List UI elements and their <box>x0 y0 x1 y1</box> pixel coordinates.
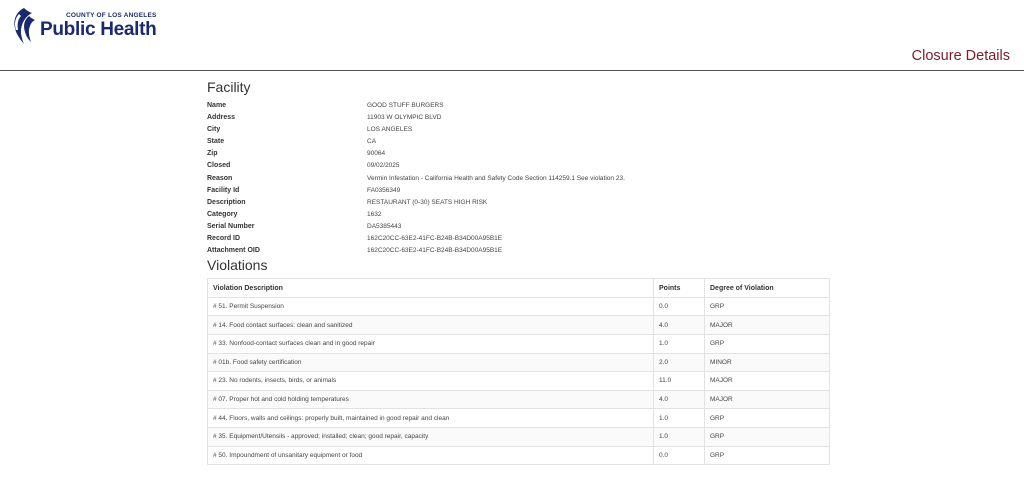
violation-description-cell: # 07. Proper hot and cold holding temper… <box>207 389 654 410</box>
field-value: Vermin Infestation - California Health a… <box>367 174 625 182</box>
degree-cell: GRP <box>704 296 830 317</box>
field-label: Description <box>207 198 246 206</box>
field-label: Closed <box>207 162 231 170</box>
field-value: DA5385443 <box>367 222 402 230</box>
table-row: # 50. Impoundment of unsanitary equipmen… <box>207 445 830 466</box>
field-value: 162C20CC-63E2-41FC-B24B-B34D00A95B1E <box>367 235 503 243</box>
violation-description-cell: # 35. Equipment/Utensils - approved; ins… <box>207 426 654 447</box>
field-label: Facility Id <box>207 186 240 194</box>
table-row: # 14. Food contact surfaces: clean and s… <box>207 315 830 335</box>
points-cell: 4.0 <box>653 389 705 410</box>
degree-cell: MAJOR <box>704 371 830 391</box>
field-label: Serial Number <box>207 222 255 230</box>
logo-title-text: Public Health <box>40 19 157 41</box>
violation-description-cell: # 14. Food contact surfaces: clean and s… <box>207 315 654 335</box>
page-header: COUNTY OF LOS ANGELES Public Health Clos… <box>0 0 1024 71</box>
degree-cell: GRP <box>704 334 830 354</box>
county-seal-icon <box>14 8 35 44</box>
field-value: 90064 <box>367 150 386 158</box>
field-value: 11903 W OLYMPIC BLVD <box>367 114 442 122</box>
field-value: 09/02/2025 <box>367 162 400 170</box>
column-header-points: Points <box>653 278 705 298</box>
table-row: # 35. Equipment/Utensils - approved; ins… <box>207 426 830 447</box>
field-label: City <box>207 126 221 134</box>
degree-cell: MINOR <box>704 352 830 373</box>
field-label: Name <box>207 102 227 109</box>
column-header-description: Violation Description <box>207 278 654 298</box>
field-value: CA <box>367 138 377 146</box>
points-cell: 2.0 <box>653 352 705 373</box>
points-cell: 0.0 <box>653 445 705 466</box>
column-header-degree: Degree of Violation <box>704 278 830 298</box>
facility-heading: Facility <box>207 79 251 95</box>
violations-table: Violation Description Points Degree of V… <box>207 278 830 466</box>
field-label: Record ID <box>207 235 241 243</box>
points-cell: 1.0 <box>653 334 705 354</box>
page-title: Closure Details <box>911 48 1010 64</box>
violation-description-cell: # 51. Permit Suspension <box>207 296 654 317</box>
field-label: State <box>207 138 225 146</box>
table-row: # 33. Nonfood-contact surfaces clean and… <box>207 334 830 354</box>
public-health-logo[interactable]: COUNTY OF LOS ANGELES Public Health <box>10 6 157 46</box>
field-value: 162C20CC-63E2-41FC-B24B-B34D00A95B1E <box>367 247 503 255</box>
points-cell: 1.0 <box>653 408 705 428</box>
field-value: RESTAURANT (0-30) SEATS HIGH RISK <box>367 198 488 206</box>
violation-description-cell: # 01b. Food safety certification <box>207 352 654 373</box>
table-row: # 44. Floors, walls and ceilings: proper… <box>207 408 830 428</box>
field-label: Reason <box>207 174 233 182</box>
field-value: LOS ANGELES <box>367 126 413 134</box>
degree-cell: GRP <box>704 445 830 466</box>
facility-details: Name GOOD STUFF BURGERS Address 11903 W OLY… <box>207 100 831 257</box>
field-value: FA0356349 <box>367 186 401 194</box>
field-value: 1632 <box>367 210 382 218</box>
violation-description-cell: # 44. Floors, walls and ceilings: proper… <box>207 408 654 428</box>
degree-cell: MAJOR <box>704 389 830 410</box>
table-header-row: Violation Description Points Degree of V… <box>207 278 830 298</box>
points-cell: 1.0 <box>653 426 705 447</box>
field-label: Category <box>207 210 238 218</box>
degree-cell: GRP <box>704 426 830 447</box>
field-label: Attachment OID <box>207 247 260 255</box>
table-row: # 01b. Food safety certification 2.0 MINOR <box>207 352 830 373</box>
table-row: # 51. Permit Suspension 0.0 GRP <box>207 296 830 317</box>
table-row: # 07. Proper hot and cold holding temper… <box>207 389 830 410</box>
violations-heading: Violations <box>207 257 268 274</box>
degree-cell: MAJOR <box>704 315 830 335</box>
violation-description-cell: # 50. Impoundment of unsanitary equipmen… <box>207 445 654 466</box>
field-label: Zip <box>207 150 218 158</box>
table-row: # 23. No rodents, insects, birds, or ani… <box>207 371 830 391</box>
violation-description-cell: # 23. No rodents, insects, birds, or ani… <box>207 371 654 391</box>
points-cell: 11.0 <box>653 371 705 391</box>
main-content: Facility Name GOOD STUFF BURGERS Address 11… <box>207 79 831 466</box>
points-cell: 0.0 <box>653 296 705 317</box>
violation-description-cell: # 33. Nonfood-contact surfaces clean and… <box>207 334 654 354</box>
degree-cell: GRP <box>704 408 830 428</box>
field-value: GOOD STUFF BURGERS <box>367 102 444 109</box>
points-cell: 4.0 <box>653 315 705 335</box>
field-label: Address <box>207 114 236 122</box>
